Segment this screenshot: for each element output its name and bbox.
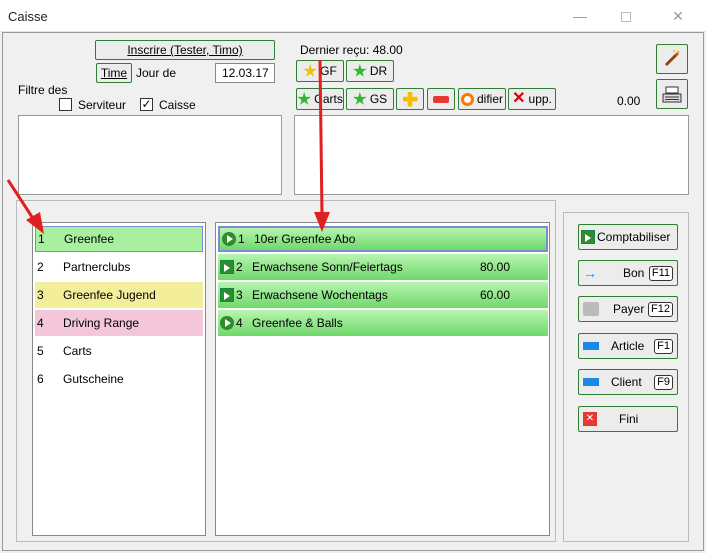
annotation-arrow-vertical [318,59,324,217]
annotation-arrows [6,59,330,234]
annotation-arrowhead-vertical [314,212,330,232]
annotation-arrow-diagonal [6,179,36,221]
annotation-arrowhead-diagonal [26,212,44,234]
